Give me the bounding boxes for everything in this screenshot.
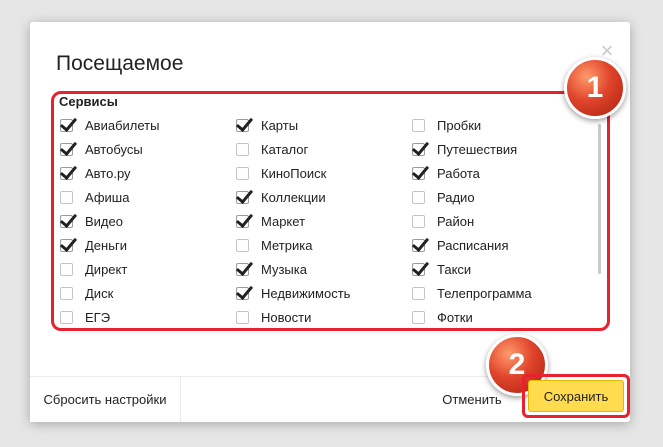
service-checkbox-item[interactable]: Телепрограмма bbox=[412, 281, 532, 305]
save-highlight: Сохранить bbox=[522, 374, 630, 418]
service-label: Телепрограмма bbox=[437, 285, 532, 301]
checkbox-unchecked[interactable] bbox=[412, 118, 425, 132]
service-label: ЕГЭ bbox=[85, 309, 111, 325]
service-label: Район bbox=[437, 213, 475, 229]
service-checkbox-item[interactable]: Деньги bbox=[60, 233, 159, 257]
service-checkbox-item[interactable]: Музыка bbox=[236, 257, 350, 281]
service-checkbox-item[interactable]: Работа bbox=[412, 161, 532, 185]
section-title: Сервисы bbox=[59, 94, 118, 109]
service-label: Маркет bbox=[261, 213, 306, 229]
service-label: Афиша bbox=[85, 189, 130, 205]
checkbox-checked[interactable] bbox=[412, 166, 425, 180]
checkbox-checked[interactable] bbox=[236, 262, 249, 276]
checkbox-unchecked[interactable] bbox=[412, 190, 425, 204]
scrollbar[interactable] bbox=[598, 124, 601, 274]
service-checkbox-item[interactable]: Афиша bbox=[60, 185, 159, 209]
service-label: Расписания bbox=[437, 237, 509, 253]
service-label: Авиабилеты bbox=[85, 117, 160, 133]
checkbox-checked[interactable] bbox=[236, 190, 249, 204]
services-column-1: Авиабилеты Автобусы Авто.ру Афиша Видео Деньг… bbox=[60, 113, 159, 328]
reset-settings-button[interactable]: Сбросить настройки bbox=[30, 377, 181, 422]
service-checkbox-item[interactable]: Метрика bbox=[236, 233, 350, 257]
checkbox-unchecked[interactable] bbox=[236, 142, 249, 156]
service-checkbox-item[interactable]: Путешествия bbox=[412, 137, 532, 161]
services-column-2: Карты Каталог КиноПоиск Коллекции Маркет Метр… bbox=[236, 113, 350, 328]
service-label: Автобусы bbox=[85, 141, 143, 157]
service-label: Деньги bbox=[85, 237, 127, 253]
checkbox-checked[interactable] bbox=[60, 118, 73, 132]
checkbox-unchecked[interactable] bbox=[236, 238, 249, 252]
service-checkbox-item[interactable]: Каталог bbox=[236, 137, 350, 161]
checkbox-unchecked[interactable] bbox=[412, 214, 425, 228]
service-checkbox-item[interactable]: ЕГЭ bbox=[60, 305, 159, 328]
service-label: КиноПоиск bbox=[261, 165, 327, 181]
service-label: Фотки bbox=[437, 309, 473, 325]
annotation-badge-1: 1 bbox=[564, 57, 626, 119]
services-section: Сервисы Авиабилеты Автобусы Авто.ру Афиша Ви… bbox=[51, 91, 610, 331]
service-label: Видео bbox=[85, 213, 123, 229]
service-checkbox-item[interactable]: Коллекции bbox=[236, 185, 350, 209]
service-label: Музыка bbox=[261, 261, 307, 277]
service-label: Каталог bbox=[261, 141, 309, 157]
service-checkbox-item[interactable]: Авиабилеты bbox=[60, 113, 159, 137]
checkbox-checked[interactable] bbox=[60, 214, 73, 228]
service-label: Карты bbox=[261, 117, 299, 133]
service-checkbox-item[interactable]: Видео bbox=[60, 209, 159, 233]
checkbox-checked[interactable] bbox=[412, 262, 425, 276]
service-checkbox-item[interactable]: Директ bbox=[60, 257, 159, 281]
service-checkbox-item[interactable]: Недвижимость bbox=[236, 281, 350, 305]
service-checkbox-item[interactable]: Расписания bbox=[412, 233, 532, 257]
service-label: Радио bbox=[437, 189, 475, 205]
service-label: Новости bbox=[261, 309, 312, 325]
checkbox-checked[interactable] bbox=[236, 214, 249, 228]
checkbox-unchecked[interactable] bbox=[412, 310, 425, 324]
service-label: Диск bbox=[85, 285, 114, 301]
checkbox-checked[interactable] bbox=[60, 238, 73, 252]
service-label: Директ bbox=[85, 261, 128, 277]
service-checkbox-item[interactable]: Пробки bbox=[412, 113, 532, 137]
save-button[interactable]: Сохранить bbox=[528, 380, 624, 412]
dialog-title: Посещаемое bbox=[56, 52, 184, 75]
service-checkbox-item[interactable]: Диск bbox=[60, 281, 159, 305]
checkbox-unchecked[interactable] bbox=[60, 190, 73, 204]
checkbox-unchecked[interactable] bbox=[236, 166, 249, 180]
checkbox-unchecked[interactable] bbox=[60, 310, 73, 324]
service-label: Путешествия bbox=[437, 141, 518, 157]
checkbox-checked[interactable] bbox=[60, 166, 73, 180]
service-label: Недвижимость bbox=[261, 285, 351, 301]
service-checkbox-item[interactable]: Карты bbox=[236, 113, 350, 137]
service-checkbox-item[interactable]: КиноПоиск bbox=[236, 161, 350, 185]
service-label: Коллекции bbox=[261, 189, 326, 205]
service-label: Метрика bbox=[261, 237, 313, 253]
checkbox-checked[interactable] bbox=[60, 142, 73, 156]
checkbox-checked[interactable] bbox=[412, 142, 425, 156]
checkbox-unchecked[interactable] bbox=[60, 262, 73, 276]
service-checkbox-item[interactable]: Район bbox=[412, 209, 532, 233]
checkbox-checked[interactable] bbox=[236, 286, 249, 300]
checkbox-checked[interactable] bbox=[412, 238, 425, 252]
service-checkbox-item[interactable]: Новости bbox=[236, 305, 350, 328]
service-checkbox-item[interactable]: Радио bbox=[412, 185, 532, 209]
service-checkbox-item[interactable]: Авто.ру bbox=[60, 161, 159, 185]
checkbox-unchecked[interactable] bbox=[236, 310, 249, 324]
service-label: Авто.ру bbox=[85, 165, 131, 181]
service-label: Пробки bbox=[437, 117, 482, 133]
service-checkbox-item[interactable]: Автобусы bbox=[60, 137, 159, 161]
checkbox-checked[interactable] bbox=[236, 118, 249, 132]
service-checkbox-item[interactable]: Маркет bbox=[236, 209, 350, 233]
service-label: Такси bbox=[437, 261, 472, 277]
service-label: Работа bbox=[437, 165, 480, 181]
services-column-3: Пробки Путешествия Работа Радио Район Расписа… bbox=[412, 113, 532, 328]
checkbox-unchecked[interactable] bbox=[412, 286, 425, 300]
service-checkbox-item[interactable]: Такси bbox=[412, 257, 532, 281]
service-checkbox-item[interactable]: Фотки bbox=[412, 305, 532, 328]
checkbox-unchecked[interactable] bbox=[60, 286, 73, 300]
